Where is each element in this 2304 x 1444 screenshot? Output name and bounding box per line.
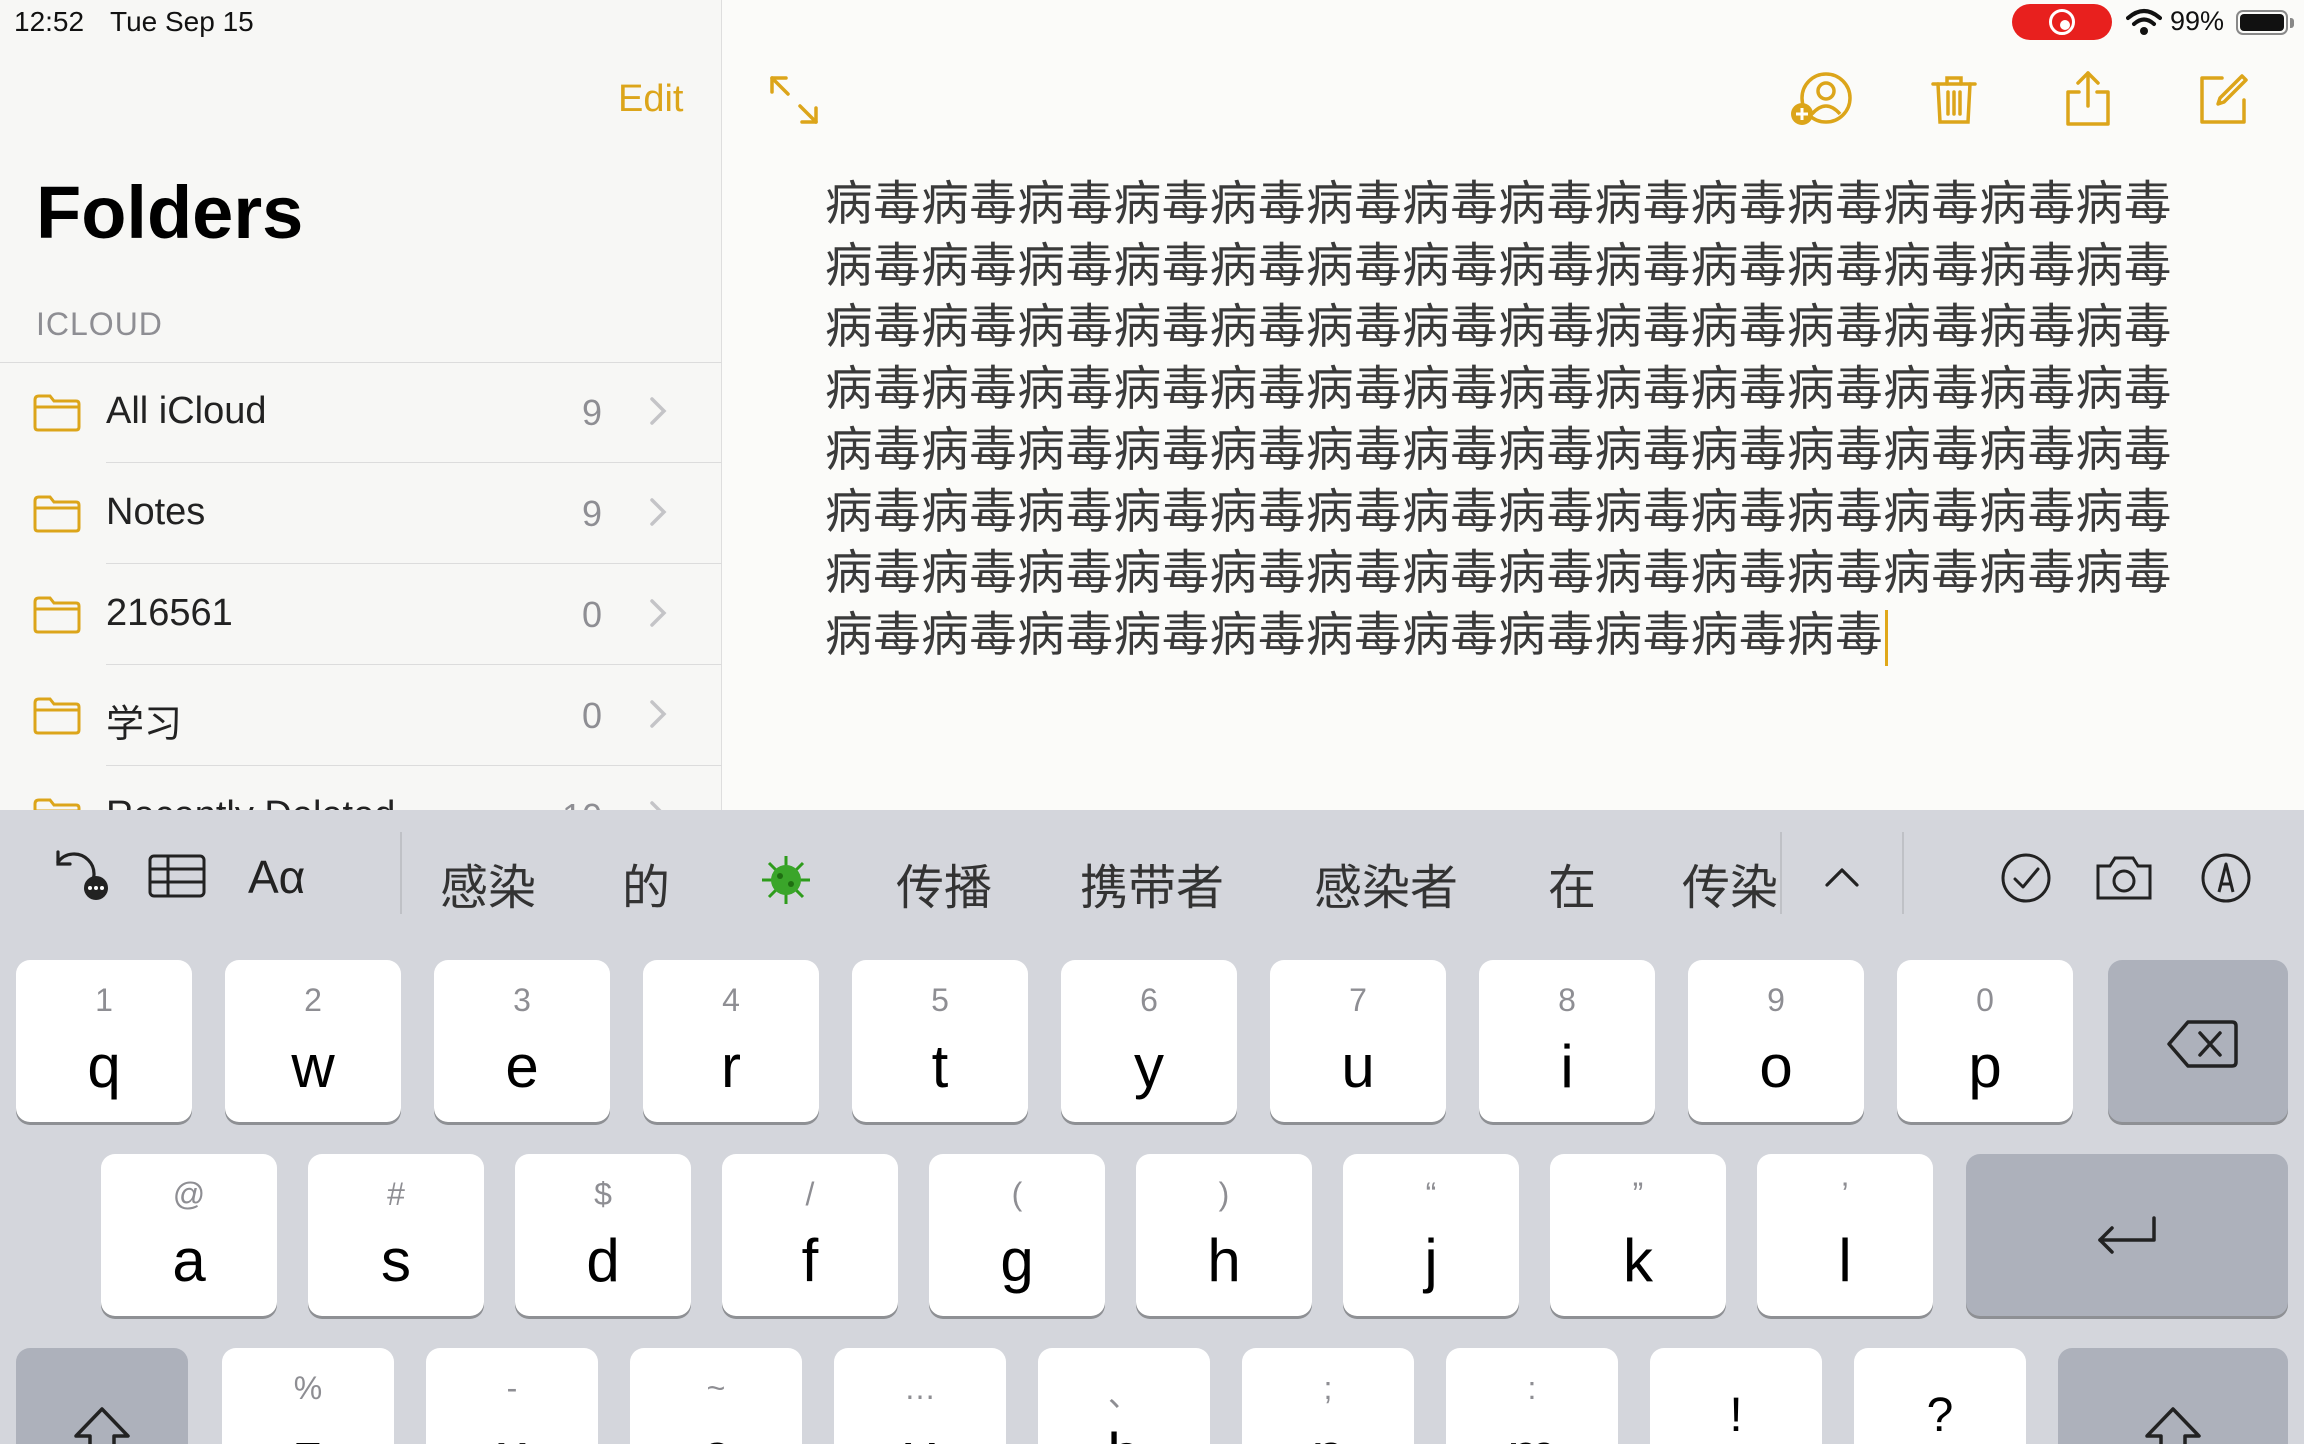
camera-icon[interactable] <box>2094 854 2154 907</box>
folder-name: Notes <box>106 491 206 533</box>
checklist-icon[interactable] <box>2000 852 2052 909</box>
shift-key-left[interactable] <box>16 1348 188 1444</box>
key-a[interactable]: @ a <box>101 1154 277 1316</box>
key-v[interactable]: …v <box>834 1348 1006 1444</box>
status-bar: 12:52 Tue Sep 15 99% <box>0 0 2304 44</box>
key-z[interactable]: %z <box>222 1348 394 1444</box>
shift-icon <box>72 1406 132 1444</box>
key-w[interactable]: 2w <box>225 960 401 1122</box>
delete-key[interactable] <box>2108 960 2288 1122</box>
add-people-icon[interactable] <box>1788 72 1854 133</box>
text-caret <box>1885 609 1889 666</box>
key-m[interactable]: :m <box>1446 1348 1618 1444</box>
key-exclamation[interactable]: ! <box>1650 1348 1822 1444</box>
backspace-icon <box>2166 1018 2238 1075</box>
folder-count: 0 <box>581 695 602 736</box>
note-text-content: 病毒病毒病毒病毒病毒病毒病毒病毒病毒病毒病毒病毒病毒病毒病毒病毒病毒病毒病毒病毒… <box>825 177 2172 663</box>
return-key[interactable] <box>1966 1154 2288 1316</box>
key-d[interactable]: $ d <box>515 1154 691 1316</box>
folder-row-study[interactable]: 学习 0 <box>0 665 722 766</box>
key-n[interactable]: ;n <box>1242 1348 1414 1444</box>
key-j[interactable]: “j <box>1343 1154 1519 1316</box>
key-b[interactable]: 、b <box>1038 1348 1210 1444</box>
key-e[interactable]: 3e <box>434 960 610 1122</box>
key-y[interactable]: 6y <box>1061 960 1237 1122</box>
expand-icon[interactable] <box>768 74 820 131</box>
chevron-right-icon <box>648 497 668 532</box>
compose-icon[interactable] <box>2196 72 2250 131</box>
folders-sidebar: Edit Folders ICLOUD All iCloud 9 Notes 9… <box>0 0 722 837</box>
key-o[interactable]: 9o <box>1688 960 1864 1122</box>
key-q[interactable]: 1q <box>16 960 192 1122</box>
shift-icon <box>2143 1406 2203 1444</box>
chevron-right-icon <box>648 396 668 431</box>
key-u[interactable]: 7u <box>1270 960 1446 1122</box>
key-t[interactable]: 5t <box>852 960 1028 1122</box>
trash-icon[interactable] <box>1930 74 1978 131</box>
folder-row-all-icloud[interactable]: All iCloud 9 <box>0 362 722 463</box>
folder-name: All iCloud <box>106 390 267 432</box>
undo-menu-icon[interactable] <box>46 846 112 907</box>
wifi-icon <box>2126 8 2162 41</box>
candidate-word[interactable]: 在 <box>1548 848 1596 918</box>
key-x[interactable]: -x <box>426 1348 598 1444</box>
folder-icon <box>32 594 82 639</box>
folder-name: 216561 <box>106 592 233 634</box>
folder-row-216561[interactable]: 216561 0 <box>0 564 722 665</box>
folders-title: Folders <box>36 171 304 254</box>
folder-count: 9 <box>581 392 602 433</box>
folder-icon <box>32 695 82 740</box>
candidate-word[interactable]: 传染 <box>1682 848 1780 918</box>
key-c[interactable]: ~c <box>630 1348 802 1444</box>
candidate-word[interactable]: 感染 <box>440 848 536 918</box>
key-s[interactable]: # s <box>308 1154 484 1316</box>
key-h[interactable]: ) h <box>1136 1154 1312 1316</box>
virus-emoji-icon[interactable] <box>760 854 812 911</box>
shortcut-bar: Aα 感染 的 传播 携带者 感染者 在 传染 <box>0 810 2304 936</box>
candidate-word[interactable]: 感染者 <box>1314 848 1458 918</box>
screen-recording-indicator[interactable] <box>2012 4 2112 40</box>
candidate-word[interactable]: 携带者 <box>1080 848 1224 918</box>
markup-icon[interactable] <box>2200 852 2252 909</box>
table-icon[interactable] <box>148 854 206 903</box>
key-p[interactable]: 0p <box>1897 960 2073 1122</box>
folder-icon <box>32 493 82 538</box>
folder-icon <box>32 392 82 437</box>
status-time: 12:52 <box>14 6 85 37</box>
chevron-right-icon <box>648 598 668 633</box>
key-i[interactable]: 8i <box>1479 960 1655 1122</box>
collapse-chevron-icon[interactable] <box>1824 866 1860 893</box>
key-g[interactable]: (g <box>929 1154 1105 1316</box>
edit-button[interactable]: Edit <box>618 78 683 121</box>
key-question[interactable]: ? <box>1854 1348 2026 1444</box>
battery-icon <box>2236 10 2288 35</box>
status-date: Tue Sep 15 <box>110 6 254 37</box>
share-icon[interactable] <box>2064 70 2112 133</box>
format-text-button[interactable]: Aα <box>248 850 305 904</box>
folder-count: 0 <box>581 594 602 635</box>
key-l[interactable]: ’ l <box>1757 1154 1933 1316</box>
folder-name: 学习 <box>106 704 183 746</box>
key-r[interactable]: 4r <box>643 960 819 1122</box>
return-icon <box>2094 1214 2160 1263</box>
battery-percent: 99% <box>2170 6 2225 36</box>
key-f[interactable]: / f <box>722 1154 898 1316</box>
folder-row-notes[interactable]: Notes 9 <box>0 463 722 564</box>
record-icon <box>2049 9 2075 35</box>
candidate-word[interactable]: 的 <box>622 848 670 918</box>
shift-key-right[interactable] <box>2058 1348 2288 1444</box>
section-label-icloud: ICLOUD <box>36 306 163 342</box>
software-keyboard: Aα 感染 的 传播 携带者 感染者 在 传染 1q 2w 3e 4r 5t 6… <box>0 810 2304 1444</box>
chevron-right-icon <box>648 699 668 734</box>
folder-count: 9 <box>581 493 602 534</box>
key-k[interactable]: ” k <box>1550 1154 1726 1316</box>
note-body[interactable]: 病毒病毒病毒病毒病毒病毒病毒病毒病毒病毒病毒病毒病毒病毒病毒病毒病毒病毒病毒病毒… <box>825 174 2185 666</box>
candidate-word[interactable]: 传播 <box>896 848 992 918</box>
